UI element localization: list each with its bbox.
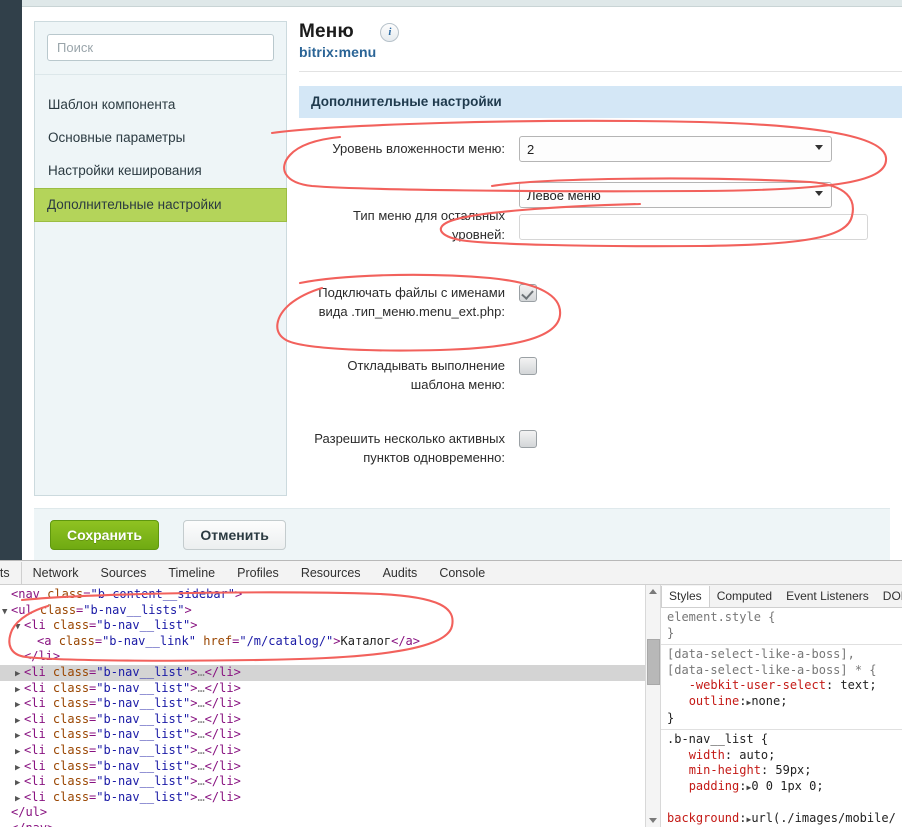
css-rule-block[interactable]: .b-nav__list { width: auto; min-height: … [661,730,902,827]
tab-resources[interactable]: Resources [290,562,372,584]
page-title: Меню [299,21,354,42]
disclosure-triangle-icon[interactable]: ▼ [2,605,11,621]
dom-tree-line[interactable]: </nav> [0,821,645,827]
tab-computed[interactable]: Computed [710,586,779,607]
save-button[interactable]: Сохранить [50,520,159,550]
field-label-defer-template: Откладывать выполнение шаблона меню: [347,358,505,392]
modal-sidebar: Шаблон компонента Основные параметры Нас… [34,21,287,496]
scroll-up-arrow-icon[interactable] [646,585,660,599]
devtools-body: <nav class="b-content__sidebar"> ▼ <ul cla… [0,585,902,827]
field-label-menu-type: Тип меню для остальных уровней: [353,208,505,242]
defer-template-checkbox[interactable] [519,357,537,375]
styles-rules-list: element.style { } [data-select-like-a-bos… [661,608,902,827]
dom-tree-line[interactable]: ▶ <li class="b-nav__list">…</li> [0,727,645,743]
page-backdrop-overlay [0,0,22,565]
tab-sources[interactable]: Sources [89,562,157,584]
field-label-nesting-level: Уровень вложенности меню: [332,141,505,156]
field-label-multiple-active: Разрешить несколько активных пунктов одн… [314,431,505,465]
devtools-panel: ents Network Sources Timeline Profiles R… [0,560,902,827]
tab-profiles[interactable]: Profiles [226,562,290,584]
menu-type-select[interactable]: Левое меню [519,182,832,208]
component-header: Меню i bitrix:menu [299,21,902,72]
tab-dom[interactable]: DOM [876,586,902,607]
dom-tree-line[interactable]: </li> [0,649,645,665]
field-row-nesting-level: Уровень вложенности меню: 2 [299,134,902,162]
component-code: bitrix:menu [299,44,377,60]
cancel-button[interactable]: Отменить [183,520,286,550]
styles-pane: Styles Computed Event Listeners DOM elem… [661,585,902,827]
tab-styles[interactable]: Styles [661,585,710,607]
dom-tree-line[interactable]: <nav class="b-content__sidebar"> [0,587,645,603]
multiple-active-checkbox[interactable] [519,430,537,448]
field-row-menu-type: Тип меню для остальных уровней: Левое ме… [299,180,902,244]
dom-tree-line[interactable]: ▶ <li class="b-nav__list">…</li> [0,774,645,790]
styles-tab-bar: Styles Computed Event Listeners DOM [661,585,902,608]
section-title: Дополнительные настройки [299,86,902,118]
search-input[interactable] [47,34,274,61]
sidebar-item-main-parameters[interactable]: Основные параметры [35,122,286,154]
dom-tree-line[interactable]: ▼ <ul class="b-nav__lists"> [0,603,645,619]
info-icon[interactable]: i [380,22,400,42]
field-row-defer-template: Откладывать выполнение шаблона меню: [299,351,902,394]
settings-nav-list: Шаблон компонента Основные параметры Нас… [34,75,287,222]
page-top-strip [22,0,902,7]
css-rule-block[interactable]: element.style { } [661,608,902,646]
dom-tree-line[interactable]: <a class="b-nav__link" href="/m/catalog/… [0,634,645,650]
component-settings-modal: Шаблон компонента Основные параметры Нас… [22,7,902,565]
tab-console[interactable]: Console [428,562,496,584]
field-label-include-files: Подключать файлы с именами вида .тип_мен… [318,285,505,319]
css-rule-block[interactable]: [data-select-like-a-boss], [data-select-… [661,645,902,731]
scrollbar-thumb[interactable] [647,639,660,685]
dom-tree-pane[interactable]: <nav class="b-content__sidebar"> ▼ <ul cla… [0,585,645,827]
devtools-tab-bar: ents Network Sources Timeline Profiles R… [0,561,902,585]
header-divider [299,71,902,72]
include-files-checkbox[interactable] [519,284,537,302]
dom-tree-line[interactable]: </ul> [0,805,645,821]
dom-tree-line[interactable]: ▶ <li class="b-nav__list">…</li> [0,696,645,712]
modal-footer: Сохранить Отменить [34,508,890,565]
menu-type-text-input[interactable] [519,214,868,240]
dom-tree-line[interactable]: ▶ <li class="b-nav__list">…</li> [0,790,645,806]
sidebar-item-component-template[interactable]: Шаблон компонента [35,89,286,121]
dom-tree-line[interactable]: ▶ <li class="b-nav__list">…</li> [0,681,645,697]
tab-elements[interactable]: ents [0,561,22,584]
sidebar-item-cache-settings[interactable]: Настройки кеширования [35,155,286,187]
settings-scroll-region: Дополнительные настройки Уровень вложенн… [299,86,902,523]
nesting-level-select[interactable]: 2 [519,136,832,162]
field-row-multiple-active: Разрешить несколько активных пунктов одн… [299,424,902,467]
modal-content: Меню i bitrix:menu Дополнительные настро… [299,21,902,521]
tab-network[interactable]: Network [22,562,90,584]
sidebar-item-additional-settings[interactable]: Дополнительные настройки [34,188,287,222]
tab-event-listeners[interactable]: Event Listeners [779,586,876,607]
disclosure-triangle-icon[interactable]: ▼ [15,620,24,636]
dom-tree-line[interactable]: ▶ <li class="b-nav__list">…</li> [0,712,645,728]
dom-pane-scrollbar[interactable] [645,585,661,827]
dom-tree-line[interactable]: ▼ <li class="b-nav__list"> [0,618,645,634]
dom-tree-line[interactable]: ▶ <li class="b-nav__list">…</li> [0,759,645,775]
tab-audits[interactable]: Audits [372,562,429,584]
field-row-include-files: Подключать файлы с именами вида .тип_мен… [299,278,902,321]
search-area [35,22,286,75]
dom-tree-line[interactable]: ▶ <li class="b-nav__list">…</li> [0,743,645,759]
tab-timeline[interactable]: Timeline [157,562,226,584]
dom-tree-line[interactable]: ▶ <li class="b-nav__list">…</li> [0,664,645,681]
